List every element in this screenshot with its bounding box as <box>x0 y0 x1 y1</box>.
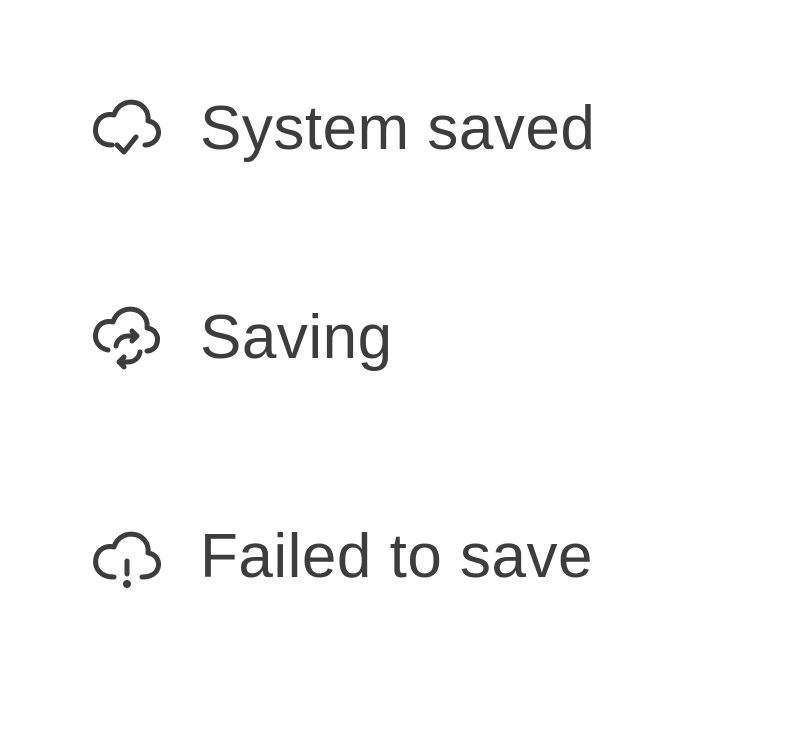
status-label: Saving <box>200 303 393 372</box>
status-saving: Saving <box>90 298 393 378</box>
status-label: Failed to save <box>200 522 593 591</box>
status-failed-to-save: Failed to save <box>90 517 593 597</box>
status-label: System saved <box>200 94 596 163</box>
cloud-sync-icon <box>90 302 162 374</box>
cloud-check-icon <box>90 93 162 165</box>
status-system-saved: System saved <box>90 89 595 169</box>
cloud-alert-icon <box>90 521 162 593</box>
